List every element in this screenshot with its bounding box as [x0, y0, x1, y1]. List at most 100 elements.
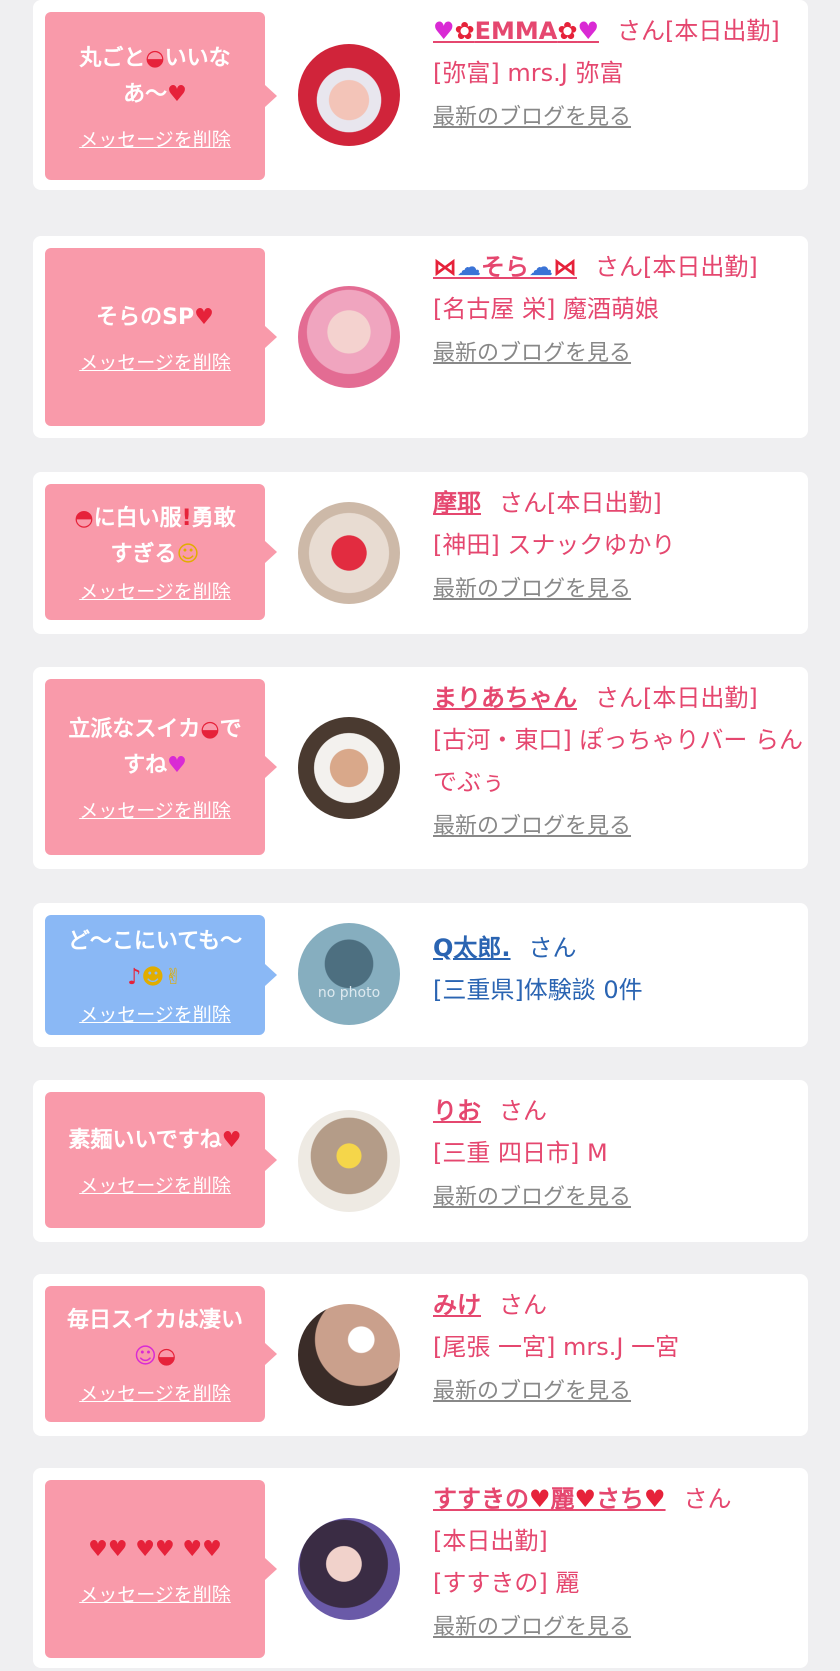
user-info: まりあちゃん さん[本日出勤] [古河・東口] ぽっちゃりバー らんでぶぅ 最新の…: [433, 677, 815, 843]
avatar[interactable]: [298, 286, 400, 388]
delete-message-link[interactable]: メッセージを削除: [79, 348, 231, 375]
user-name-link[interactable]: ⋈☁そら☁⋈: [433, 253, 577, 281]
message-text: ど〜こにいても〜 ♪☻✌: [67, 928, 243, 990]
delete-message-link[interactable]: メッセージを削除: [79, 1171, 231, 1198]
avatar[interactable]: [298, 44, 400, 146]
delete-message-link[interactable]: メッセージを削除: [79, 1379, 231, 1406]
review-count-text: [三重県]体験談 0件: [433, 976, 643, 1004]
status-text: [本日出勤]: [643, 253, 758, 281]
delete-message-link[interactable]: メッセージを削除: [79, 1580, 231, 1607]
message-bubble: 素麺いいですね♥ メッセージを削除: [45, 1092, 277, 1228]
rose-icon: ✿: [454, 17, 475, 45]
message-card: 素麺いいですね♥ メッセージを削除 りお さん [三重 四日市] M 最新のブログ…: [33, 1080, 808, 1242]
purple-heart-icon: ♥: [577, 17, 599, 45]
message-list: 丸ごと◒いいな あ〜♥ メッセージを削除 ♥✿EMMA✿♥ さん[本日出勤] [弥…: [0, 0, 840, 1671]
ribbon-icon: ⋈: [433, 253, 457, 281]
user-name-link[interactable]: すすきの♥麗♥さち♥: [433, 1485, 666, 1513]
message-text: 素麺いいですね♥: [68, 1127, 242, 1153]
avatar[interactable]: no photo: [298, 923, 400, 1025]
red-heart-icon: ♥: [194, 304, 214, 330]
purple-heart-icon: ♥: [433, 17, 455, 45]
avatar[interactable]: [298, 1518, 400, 1620]
latest-blog-link[interactable]: 最新のブログを見る: [433, 338, 631, 370]
shop-text: [三重 四日市] M: [433, 1139, 608, 1167]
latest-blog-link[interactable]: 最新のブログを見る: [433, 574, 631, 606]
honorific: さん: [595, 253, 643, 281]
two-hearts-icon: ♥: [221, 1127, 242, 1153]
avatar[interactable]: [298, 1304, 400, 1406]
message-text: 毎日スイカは凄い ☺◒: [66, 1307, 243, 1369]
message-text: ◓に白い服!勇敢 すぎる☺: [74, 505, 236, 567]
red-heart-icon: ♥: [167, 81, 187, 107]
shop-text: [弥富] mrs.J 弥富: [433, 59, 624, 87]
peace-hand-icon: ✌: [164, 964, 183, 990]
latest-blog-link[interactable]: 最新のブログを見る: [433, 102, 631, 134]
message-card: ◓に白い服!勇敢 すぎる☺ メッセージを削除 摩耶 さん[本日出勤] [神田] ス…: [33, 472, 808, 634]
sparkle-face-icon: ☺: [133, 1343, 157, 1369]
delete-message-link[interactable]: メッセージを削除: [79, 577, 231, 604]
latest-blog-link[interactable]: 最新のブログを見る: [433, 811, 631, 843]
latest-blog-link[interactable]: 最新のブログを見る: [433, 1612, 631, 1644]
message-bubble: ◓に白い服!勇敢 すぎる☺ メッセージを削除: [45, 484, 277, 620]
delete-message-link[interactable]: メッセージを削除: [79, 125, 231, 152]
message-bubble: ♥♥ ♥♥ ♥♥ メッセージを削除: [45, 1480, 277, 1658]
user-info: Q太郎. さん [三重県]体験談 0件: [433, 927, 815, 1011]
red-heart-icon: ♥: [574, 1485, 597, 1513]
status-text: [本日出勤]: [643, 684, 758, 712]
laughing-face-icon: ☺: [176, 541, 200, 567]
watermelon-icon: ◒: [200, 716, 220, 742]
honorific: さん: [499, 489, 547, 517]
message-card: 丸ごと◒いいな あ〜♥ メッセージを削除 ♥✿EMMA✿♥ さん[本日出勤] [弥…: [33, 0, 808, 190]
status-text: [本日出勤]: [664, 17, 780, 45]
shop-text: [すすきの] 麗: [433, 1569, 580, 1597]
message-card: ど〜こにいても〜 ♪☻✌ メッセージを削除 no photo Q太郎. さん [三…: [33, 903, 808, 1047]
star-struck-face-icon: ☻: [141, 964, 165, 990]
message-card: ♥♥ ♥♥ ♥♥ メッセージを削除 すすきの♥麗♥さち♥ さん [本日出勤] [す…: [33, 1468, 808, 1668]
shop-text: [古河・東口] ぽっちゃりバー らんでぶぅ: [433, 726, 803, 796]
delete-message-link[interactable]: メッセージを削除: [79, 1000, 231, 1027]
message-bubble: 立派なスイカ◒で すね♥ メッセージを削除: [45, 679, 277, 855]
no-photo-label: no photo: [317, 985, 381, 1001]
honorific: さん: [616, 17, 665, 45]
honorific: さん: [683, 1485, 732, 1513]
purple-heart-icon: ♥: [167, 752, 187, 778]
delete-message-link[interactable]: メッセージを削除: [79, 796, 231, 823]
watermelon-icon: ◒: [145, 45, 165, 71]
shop-text: [神田] スナックゆかり: [433, 531, 676, 559]
user-info: りお さん [三重 四日市] M 最新のブログを見る: [433, 1090, 815, 1214]
user-name-link[interactable]: Q太郎.: [433, 934, 511, 962]
red-heart-icon: ♥: [644, 1485, 666, 1513]
user-name-link[interactable]: みけ: [433, 1291, 481, 1319]
user-name-link[interactable]: 摩耶: [433, 489, 481, 517]
user-name-link[interactable]: まりあちゃん: [433, 684, 577, 712]
message-text: 丸ごと◒いいな あ〜♥: [79, 45, 231, 107]
shop-text: [尾張 一宮] mrs.J 一宮: [433, 1333, 680, 1361]
message-card: 毎日スイカは凄い ☺◒ メッセージを削除 みけ さん [尾張 一宮] mrs.J …: [33, 1274, 808, 1436]
honorific: さん: [528, 934, 577, 962]
honorific: さん: [499, 1097, 547, 1125]
user-info: ⋈☁そら☁⋈ さん[本日出勤] [名古屋 栄] 魔酒萌娘 最新のブログを見る: [433, 246, 815, 370]
message-bubble: 毎日スイカは凄い ☺◒ メッセージを削除: [45, 1286, 277, 1422]
user-info: みけ さん [尾張 一宮] mrs.J 一宮 最新のブログを見る: [433, 1284, 815, 1408]
avatar[interactable]: [298, 717, 400, 819]
message-bubble: 丸ごと◒いいな あ〜♥ メッセージを削除: [45, 12, 277, 180]
cloud-icon: ☁: [529, 253, 553, 281]
message-text: そらのSP♥: [96, 304, 214, 330]
cloud-icon: ☁: [457, 253, 481, 281]
latest-blog-link[interactable]: 最新のブログを見る: [433, 1182, 631, 1214]
avatar[interactable]: [298, 502, 400, 604]
user-info: ♥✿EMMA✿♥ さん[本日出勤] [弥富] mrs.J 弥富 最新のブログを見る: [433, 10, 815, 134]
message-bubble: ど〜こにいても〜 ♪☻✌ メッセージを削除: [45, 915, 277, 1035]
latest-blog-link[interactable]: 最新のブログを見る: [433, 1376, 631, 1408]
avatar[interactable]: [298, 1110, 400, 1212]
status-text: [本日出勤]: [433, 1527, 548, 1555]
honorific: さん: [499, 1291, 547, 1319]
user-name-link[interactable]: りお: [433, 1097, 481, 1125]
user-info: すすきの♥麗♥さち♥ さん [本日出勤] [すすきの] 麗 最新のブログを見る: [433, 1478, 815, 1644]
user-name-link[interactable]: ♥✿EMMA✿♥: [433, 17, 599, 45]
status-text: [本日出勤]: [547, 489, 662, 517]
message-card: 立派なスイカ◒で すね♥ メッセージを削除 まりあちゃん さん[本日出勤] [古河…: [33, 667, 808, 869]
two-hearts-icon: ♥♥: [88, 1536, 128, 1562]
two-hearts-icon: ♥♥: [182, 1536, 222, 1562]
music-note-icon: ♪: [127, 964, 142, 990]
